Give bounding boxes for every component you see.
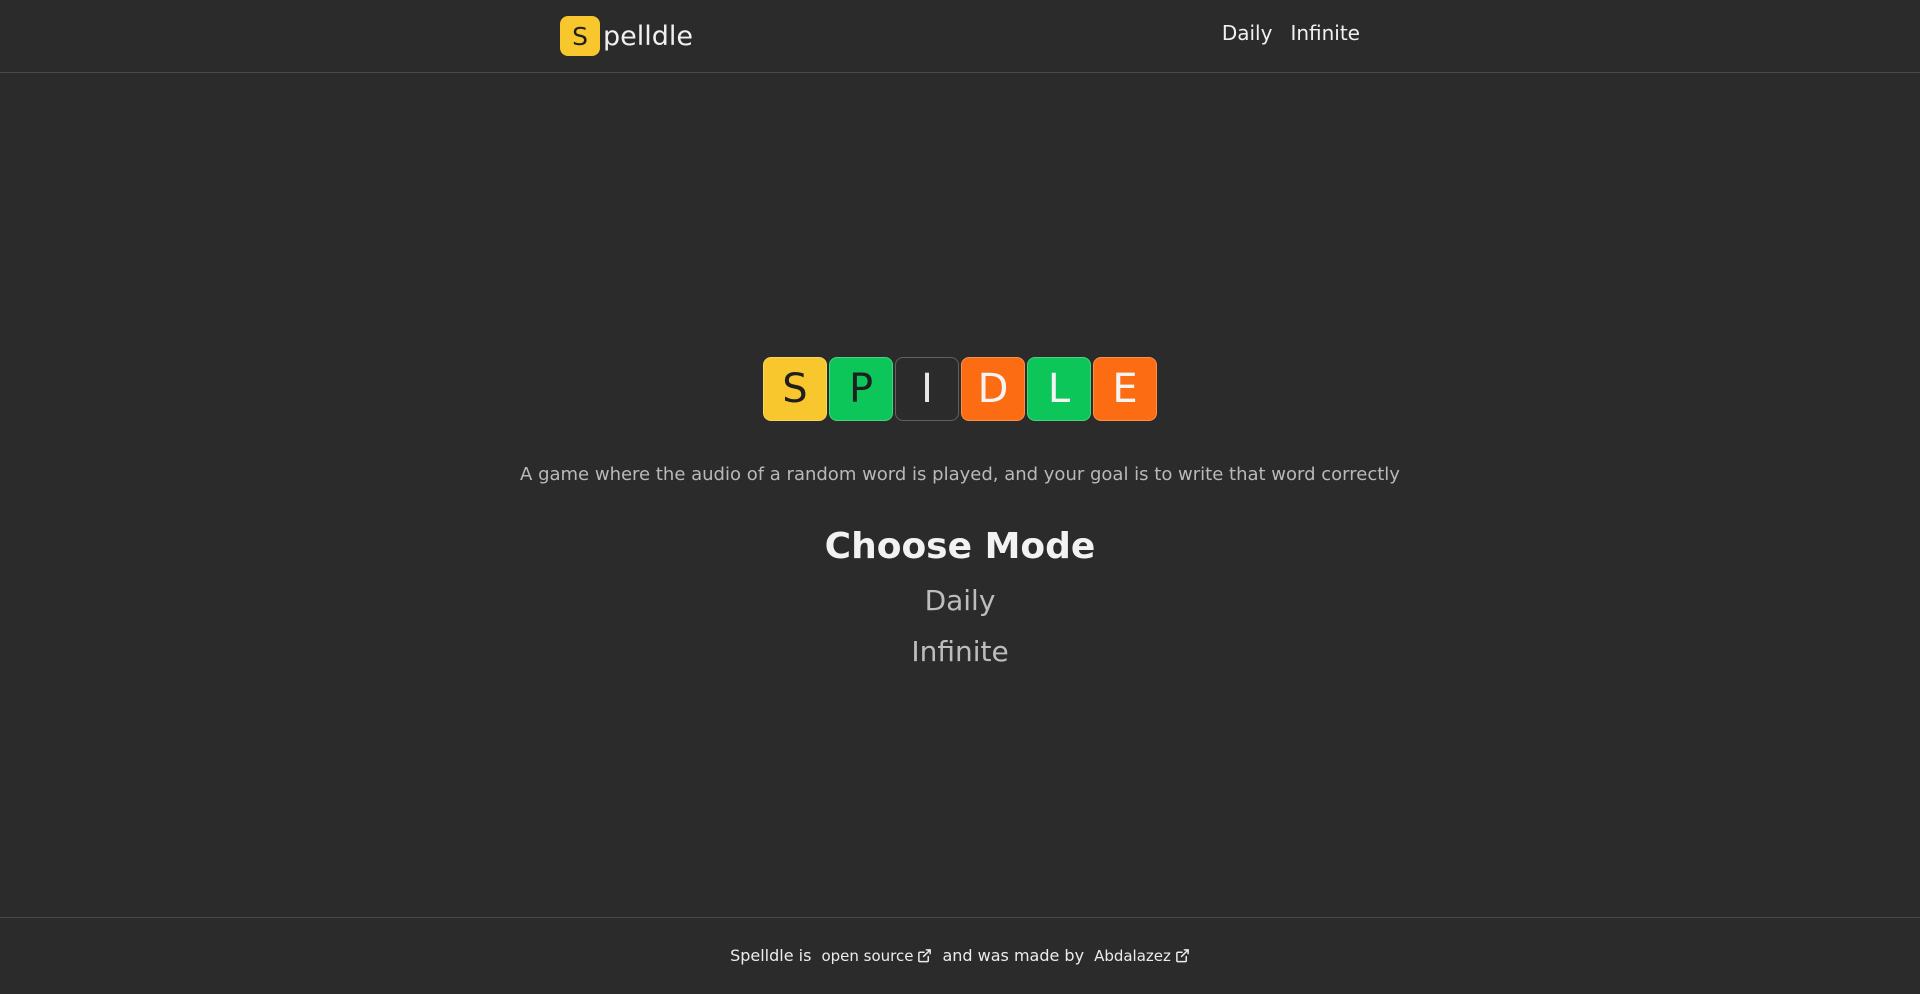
brand-logo-link[interactable]: S pelldle	[560, 16, 693, 56]
site-footer: Spelldle is open source and was made by …	[0, 917, 1920, 994]
choose-mode-heading: Choose Mode	[824, 526, 1096, 567]
spelldle-letter-tiles: S P I D L E	[763, 357, 1157, 421]
open-source-link[interactable]: open source	[821, 947, 932, 965]
footer-prefix-text: Spelldle is	[730, 946, 812, 965]
top-nav: Daily Infinite	[1222, 21, 1360, 45]
brand-tile: S	[560, 16, 600, 56]
external-link-icon	[1176, 949, 1189, 963]
logo-tile: S	[763, 357, 827, 421]
brand-name: pelldle	[603, 20, 694, 52]
logo-tile: I	[895, 357, 959, 421]
mode-infinite-link[interactable]: Infinite	[0, 635, 1920, 668]
logo-tile: D	[961, 357, 1025, 421]
external-link-icon	[918, 949, 932, 963]
game-description: A game where the audio of a random word …	[520, 464, 1400, 485]
logo-tile: E	[1093, 357, 1157, 421]
site-header: S pelldle Daily Infinite	[0, 0, 1920, 73]
author-link-label: Abdalazez	[1094, 946, 1171, 965]
open-source-link-label: open source	[821, 946, 914, 965]
nav-daily-link[interactable]: Daily	[1222, 21, 1273, 45]
logo-tile: P	[829, 357, 893, 421]
author-link[interactable]: Abdalazez	[1094, 947, 1190, 965]
logo-tile: L	[1027, 357, 1091, 421]
mode-daily-link[interactable]: Daily	[0, 584, 1920, 617]
nav-infinite-link[interactable]: Infinite	[1290, 21, 1360, 45]
footer-middle-text: and was made by	[942, 946, 1085, 965]
footer-credits: Spelldle is open source and was made by …	[0, 946, 1920, 965]
